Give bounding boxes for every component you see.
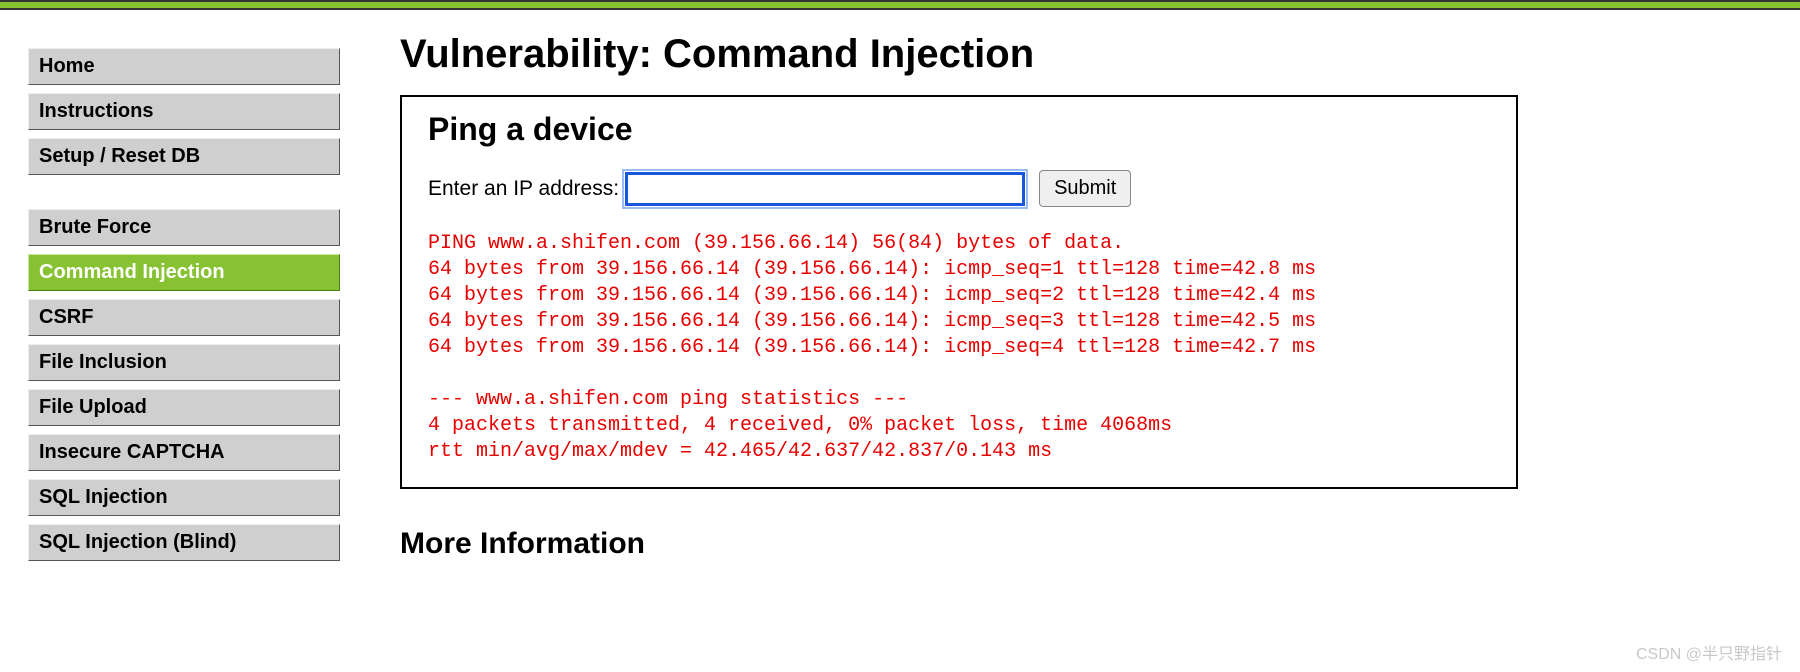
page-title: Vulnerability: Command Injection (400, 32, 1770, 77)
more-information-heading: More Information (400, 527, 1770, 561)
nav-item-sql-injection[interactable]: SQL Injection (28, 479, 340, 516)
nav-item-sql-injection-blind[interactable]: SQL Injection (Blind) (28, 524, 340, 561)
nav-item-instructions[interactable]: Instructions (28, 93, 340, 130)
nav-item-insecure-captcha[interactable]: Insecure CAPTCHA (28, 434, 340, 471)
accent-top-bar (0, 0, 1800, 10)
sidebar: Home Instructions Setup / Reset DB Brute… (0, 28, 350, 595)
nav-item-brute-force[interactable]: Brute Force (28, 209, 340, 246)
nav-item-csrf[interactable]: CSRF (28, 299, 340, 336)
nav-group-main: Home Instructions Setup / Reset DB (28, 48, 350, 175)
nav-item-home[interactable]: Home (28, 48, 340, 85)
ip-label: Enter an IP address: (428, 177, 619, 201)
nav-item-file-inclusion[interactable]: File Inclusion (28, 344, 340, 381)
nav-item-command-injection[interactable]: Command Injection (28, 254, 340, 291)
main-content: Vulnerability: Command Injection Ping a … (350, 28, 1800, 595)
ip-input[interactable] (625, 172, 1025, 206)
watermark-text: CSDN @半只野指针 (1636, 640, 1782, 664)
nav-item-setup-reset-db[interactable]: Setup / Reset DB (28, 138, 340, 175)
ping-form: Enter an IP address: Submit (428, 170, 1490, 207)
ping-output: PING www.a.shifen.com (39.156.66.14) 56(… (428, 231, 1490, 465)
submit-button[interactable]: Submit (1039, 170, 1131, 207)
panel-title: Ping a device (428, 111, 1490, 148)
nav-group-vulns: Brute Force Command Injection CSRF File … (28, 209, 350, 561)
page-container: Home Instructions Setup / Reset DB Brute… (0, 10, 1800, 595)
ping-panel: Ping a device Enter an IP address: Submi… (400, 95, 1518, 489)
nav-item-file-upload[interactable]: File Upload (28, 389, 340, 426)
